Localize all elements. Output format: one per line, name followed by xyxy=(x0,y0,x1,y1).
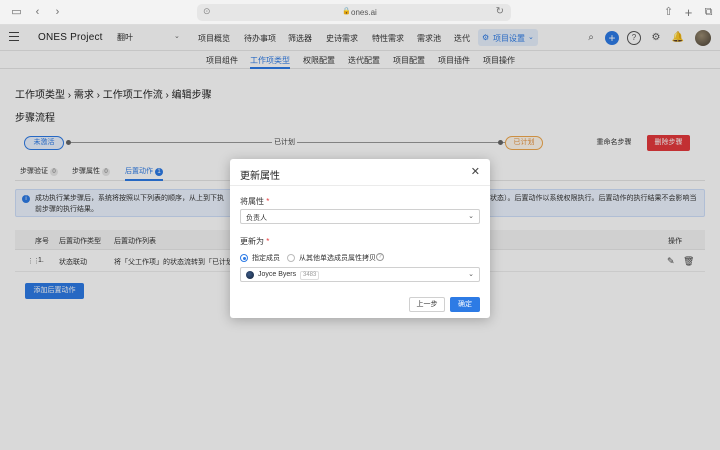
radio-specific-member-label[interactable]: 指定成员 xyxy=(252,253,280,263)
user-id-badge: 3483 xyxy=(300,271,320,280)
confirm-button[interactable]: 确定 xyxy=(450,297,480,312)
share-icon[interactable]: ⇧ xyxy=(662,6,675,19)
chevron-down-icon: ⌄ xyxy=(468,271,474,278)
property-select[interactable]: 负责人 ⌄ xyxy=(240,209,480,224)
chevron-down-icon: ⌄ xyxy=(468,213,474,220)
extension-icon[interactable]: ⊙ xyxy=(203,6,211,17)
close-icon[interactable]: ✕ xyxy=(471,165,480,178)
dialog-divider xyxy=(230,185,490,186)
field-property-label: 将属性 * xyxy=(240,197,270,206)
user-name: Joyce Byers xyxy=(258,271,297,278)
browser-toolbar: ▭ ‹ › ◐ ⊙ 🔒 ones.ai ↻ ⇧ + ⧉ xyxy=(0,0,720,25)
previous-step-button[interactable]: 上一步 xyxy=(409,297,445,312)
radio-specific-member[interactable] xyxy=(240,254,248,262)
dialog-title: 更新属性 xyxy=(240,171,280,182)
member-select[interactable]: Joyce Byers 3483 ⌄ xyxy=(240,267,480,282)
user-avatar xyxy=(246,271,254,279)
question-icon[interactable]: ? xyxy=(376,253,384,261)
new-tab-icon[interactable]: + xyxy=(682,6,695,19)
property-select-value: 负责人 xyxy=(246,215,267,222)
back-icon[interactable]: ‹ xyxy=(31,6,44,19)
update-property-dialog: 更新属性 ✕ 将属性 * 负责人 ⌄ 更新为 * 指定成员 从其他单选成员属性拷… xyxy=(230,159,490,318)
field-update-to-label: 更新为 * xyxy=(240,237,270,246)
reload-icon[interactable]: ↻ xyxy=(496,6,504,17)
url-text: ones.ai xyxy=(351,8,377,17)
lock-icon: 🔒 xyxy=(342,8,351,15)
sidebar-toggle-icon[interactable]: ▭ xyxy=(10,6,23,19)
forward-icon[interactable]: › xyxy=(51,6,64,19)
radio-copy-from-property-label[interactable]: 从其他单选成员属性拷贝 xyxy=(299,253,376,263)
radio-copy-from-property[interactable] xyxy=(287,254,295,262)
address-bar[interactable]: ⊙ 🔒 ones.ai ↻ xyxy=(197,4,511,21)
tabs-overview-icon[interactable]: ⧉ xyxy=(702,6,715,19)
